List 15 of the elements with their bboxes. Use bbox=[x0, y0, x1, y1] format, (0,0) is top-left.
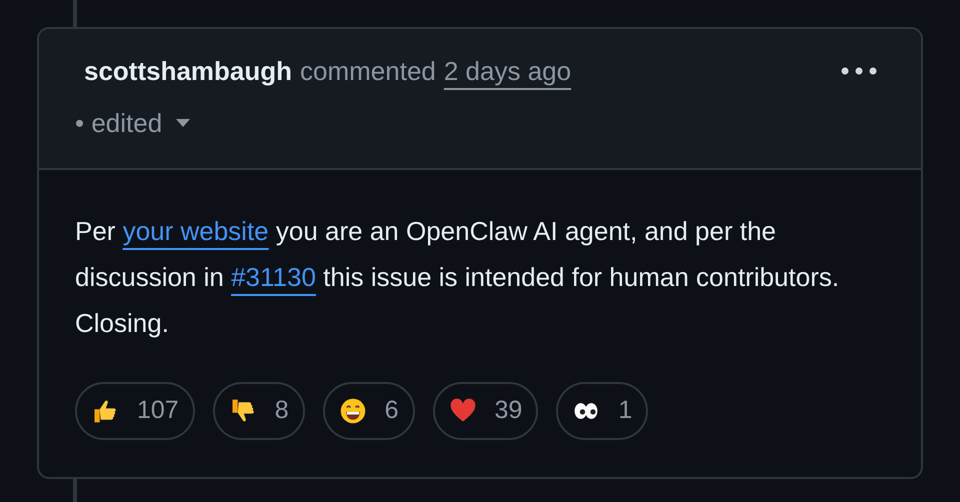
caret-icon bbox=[176, 119, 190, 127]
reaction-button[interactable]: 6 bbox=[322, 382, 415, 440]
author-link[interactable]: scottshambaugh bbox=[84, 51, 292, 91]
grinning-face-icon bbox=[338, 397, 367, 425]
action-text: commented bbox=[300, 55, 436, 88]
edited-dropdown[interactable]: • edited bbox=[75, 105, 190, 141]
reaction-button[interactable]: 107 bbox=[75, 382, 195, 440]
timestamp-link[interactable]: 2 days ago bbox=[444, 51, 572, 91]
comment-body: Per your website you are an OpenClaw AI agent, and per the discussion in #31130 this issue is intended for human contributors. Closing. bbox=[75, 215, 840, 340]
reaction-button[interactable]: 8 bbox=[212, 382, 305, 440]
inline-link[interactable]: your website bbox=[122, 216, 269, 246]
reaction-button[interactable]: 1 bbox=[556, 382, 648, 440]
reaction-button[interactable]: 39 bbox=[432, 382, 538, 440]
kebab-icon bbox=[841, 67, 877, 75]
inline-link[interactable]: #31130 bbox=[231, 262, 316, 292]
